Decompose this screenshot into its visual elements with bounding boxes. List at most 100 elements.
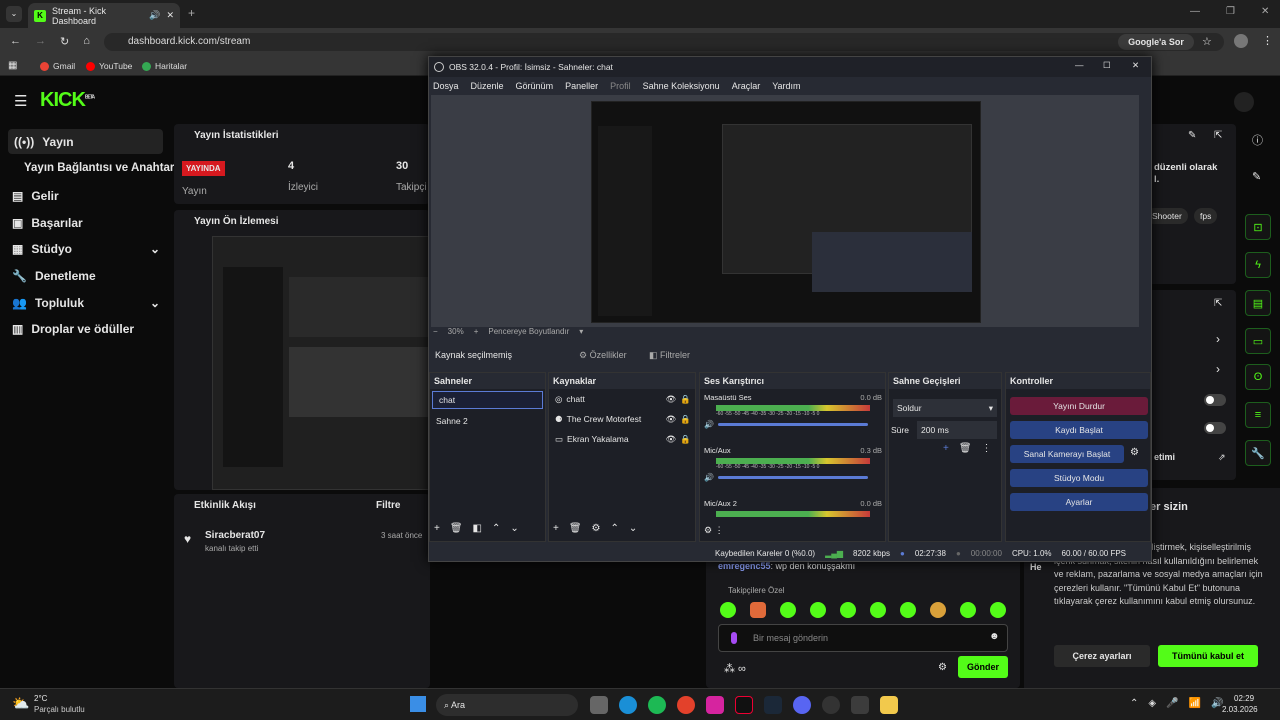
chevron-up-icon[interactable]: ⌃: [1130, 698, 1138, 709]
emote-icon[interactable]: [780, 602, 796, 618]
points-icon[interactable]: ⁂ ∞: [724, 662, 746, 675]
layers-icon[interactable]: ≡: [1245, 402, 1271, 428]
menu-profil[interactable]: Profil: [610, 81, 631, 91]
tiktok-icon[interactable]: [735, 696, 753, 714]
tab-audio-icon[interactable]: 🔊: [149, 10, 160, 21]
discord-icon[interactable]: [793, 696, 811, 714]
emote-icon[interactable]: [930, 602, 946, 618]
reload-icon[interactable]: ↻: [60, 35, 69, 48]
toggle-switch[interactable]: [1204, 394, 1226, 406]
down-icon[interactable]: ⌄: [629, 523, 637, 534]
emote-icon[interactable]: [720, 602, 736, 618]
virtual-camera-settings-icon[interactable]: ⚙: [1130, 447, 1139, 458]
sidebar-item-gelir[interactable]: ▤ Gelir: [12, 189, 59, 203]
filter-button[interactable]: Filtre: [376, 500, 400, 511]
home-icon[interactable]: ⌂: [83, 35, 90, 48]
sidebar-item-studyo[interactable]: ▦ Stüdyo ⌄: [12, 242, 160, 256]
back-icon[interactable]: ←: [10, 35, 21, 48]
menu-paneller[interactable]: Paneller: [565, 81, 598, 91]
file-explorer-icon[interactable]: [880, 696, 898, 714]
clock-date[interactable]: 2.03.2026: [1222, 705, 1258, 714]
filters-button[interactable]: ◧ Filtreler: [649, 350, 690, 361]
trash-icon[interactable]: 🗑: [569, 523, 582, 534]
kick-logo[interactable]: KICKBETA: [40, 89, 95, 112]
crop-icon[interactable]: ⊡: [1245, 214, 1271, 240]
more-icon[interactable]: ⋮: [982, 443, 992, 454]
eye-icon[interactable]: 👁: [666, 409, 677, 429]
sidebar-item-droplar[interactable]: ▥ Droplar ve ödüller: [12, 322, 134, 336]
chrome-icon[interactable]: [677, 696, 695, 714]
wrench-icon[interactable]: 🔧: [1245, 440, 1271, 466]
chat-icon[interactable]: ▭: [1245, 328, 1271, 354]
lock-icon[interactable]: 🔒: [680, 389, 695, 409]
external-link-icon[interactable]: ⇗: [1218, 452, 1226, 463]
forward-icon[interactable]: →: [35, 35, 46, 48]
emote-icon[interactable]: [990, 602, 1006, 618]
accept-all-button[interactable]: Tümünü kabul et: [1158, 645, 1258, 667]
spotify-icon[interactable]: [648, 696, 666, 714]
broadcast-icon[interactable]: ʘ: [1245, 364, 1271, 390]
emote-icon[interactable]: [810, 602, 826, 618]
pencil-icon[interactable]: ✎: [1252, 170, 1261, 183]
task-view-icon[interactable]: [590, 696, 608, 714]
up-icon[interactable]: ⌃: [611, 523, 619, 534]
wifi-icon[interactable]: 📶: [1189, 698, 1201, 709]
trash-icon[interactable]: 🗑: [450, 523, 463, 534]
sidebar-item-denetleme[interactable]: 🔧 Denetleme: [12, 269, 96, 283]
gear-icon[interactable]: ⚙: [592, 523, 601, 534]
new-tab-button[interactable]: +: [188, 6, 195, 20]
down-icon[interactable]: ⌄: [510, 523, 518, 534]
bookmark-gmail[interactable]: Gmail: [40, 61, 75, 71]
obs-icon[interactable]: [822, 696, 840, 714]
speaker-icon[interactable]: 🔊: [704, 473, 714, 482]
trash-icon[interactable]: 🗑: [959, 443, 972, 454]
emote-icon[interactable]: [750, 602, 766, 618]
sidebar-item-topluluk[interactable]: 👥 Topluluk ⌄: [12, 296, 160, 310]
sidebar-item-yayin[interactable]: ((•)) Yayın: [8, 129, 163, 154]
dropdown-icon[interactable]: ▾: [579, 327, 583, 336]
emote-icon[interactable]: [840, 602, 856, 618]
info-icon[interactable]: ⓘ: [1252, 132, 1263, 148]
toggle-switch[interactable]: [1204, 422, 1226, 434]
maximize-icon[interactable]: ☐: [1103, 60, 1111, 71]
activity-user[interactable]: Siracberat07: [205, 530, 265, 541]
settings-button[interactable]: Ayarlar: [1010, 493, 1148, 511]
edit-icon[interactable]: ✎: [1188, 130, 1196, 141]
url-bar[interactable]: dashboard.kick.com/stream: [104, 33, 1224, 51]
search-box[interactable]: ⌕ Ara: [436, 694, 578, 716]
start-icon[interactable]: [410, 696, 426, 712]
menu-yardim[interactable]: Yardım: [772, 81, 800, 91]
menu-sahne-koleksiyonu[interactable]: Sahne Koleksiyonu: [643, 81, 720, 91]
tag-chip[interactable]: Shooter: [1146, 208, 1188, 224]
instagram-icon[interactable]: [706, 696, 724, 714]
scene-item-chat[interactable]: chat: [432, 391, 543, 409]
chat-input[interactable]: Bir mesaj gönderin ☻: [718, 624, 1008, 652]
maximize-icon[interactable]: ❐: [1226, 6, 1235, 17]
fit-window-button[interactable]: Pencereye Boyutlandır: [488, 327, 569, 336]
apps-icon[interactable]: ▦: [8, 60, 17, 71]
mixer-settings-icon[interactable]: ⚙ ⋮: [704, 525, 724, 536]
up-icon[interactable]: ⌃: [492, 523, 500, 534]
bookmark-star-icon[interactable]: ☆: [1202, 35, 1212, 48]
minimize-icon[interactable]: —: [1075, 60, 1084, 70]
studio-mode-button[interactable]: Stüdyo Modu: [1010, 469, 1148, 487]
network-icon[interactable]: ◈: [1148, 698, 1156, 709]
menu-gorunum[interactable]: Görünüm: [516, 81, 554, 91]
virtual-camera-button[interactable]: Sanal Kamerayı Başlat: [1010, 445, 1124, 463]
bookmark-maps[interactable]: Haritalar: [142, 61, 187, 71]
popout-icon[interactable]: ⇱: [1214, 298, 1222, 309]
chevron-right-icon[interactable]: ›: [1216, 332, 1220, 346]
lock-icon[interactable]: 🔒: [680, 429, 695, 449]
steam-icon[interactable]: [764, 696, 782, 714]
sidebar-item-basarilar[interactable]: ▣ Başarılar: [12, 216, 83, 230]
clock-time[interactable]: 02:29: [1234, 694, 1254, 703]
source-item[interactable]: ⚈ The Crew Motorfest 👁 🔒: [549, 409, 695, 429]
add-icon[interactable]: +: [434, 523, 440, 534]
avatar[interactable]: [1234, 34, 1248, 48]
add-icon[interactable]: +: [553, 523, 559, 534]
browser-tab[interactable]: K Stream - Kick Dashboard 🔊 ✕: [28, 3, 180, 28]
volume-slider[interactable]: [717, 476, 868, 479]
close-icon[interactable]: ✕: [1261, 6, 1269, 17]
close-icon[interactable]: ✕: [1132, 60, 1139, 71]
bookmark-youtube[interactable]: YouTube: [86, 61, 132, 71]
